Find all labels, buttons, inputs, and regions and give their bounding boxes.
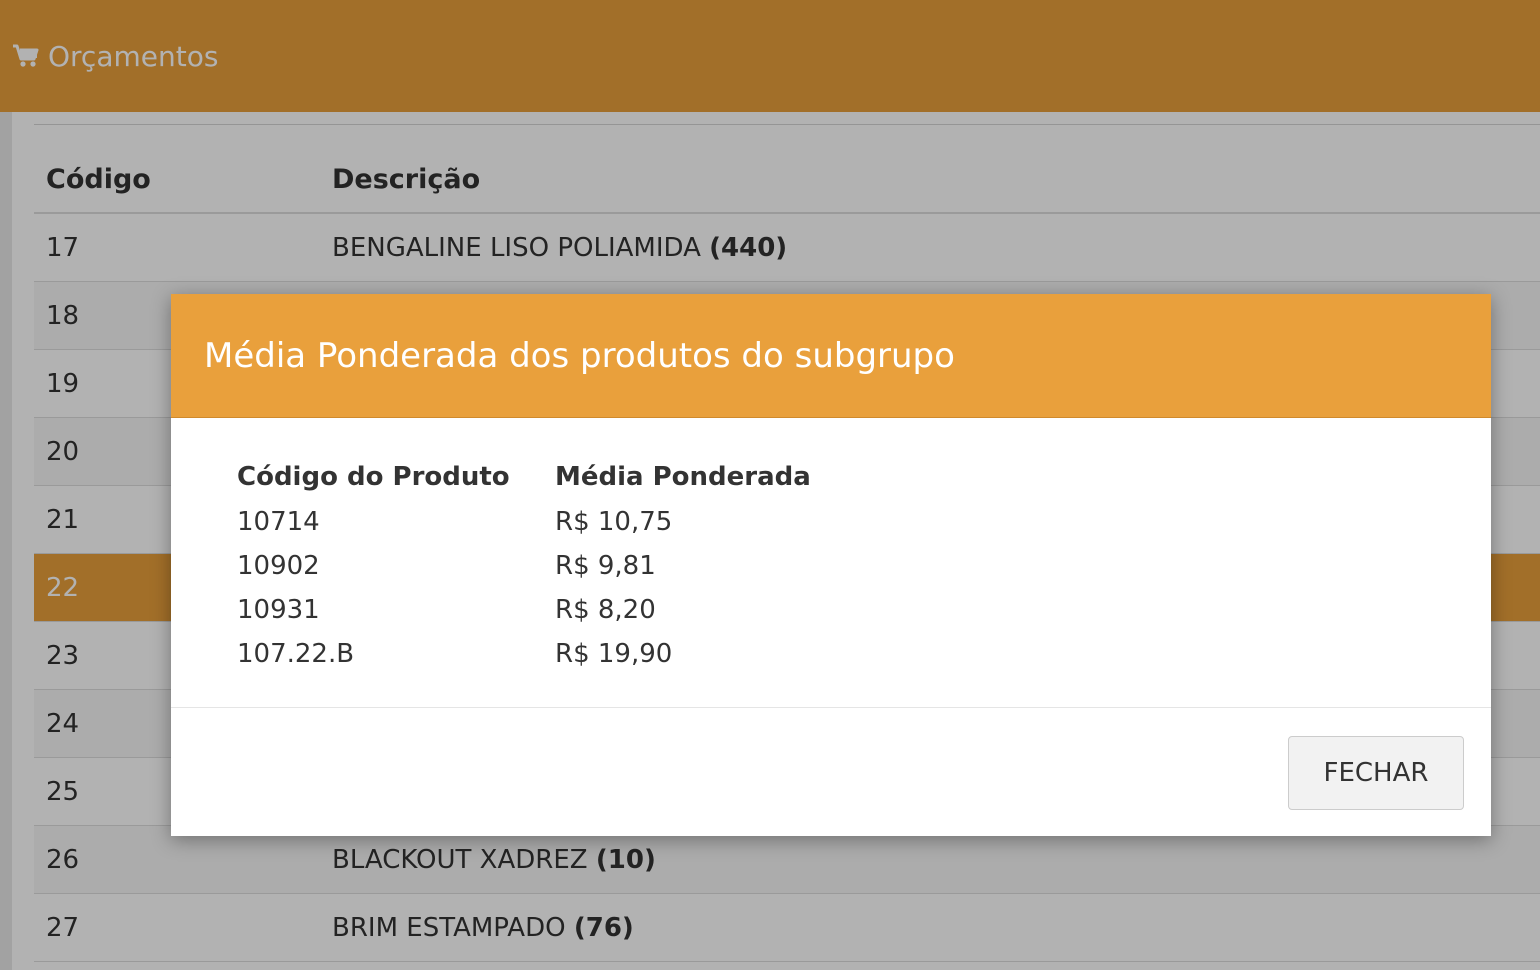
weighted-average-value: R$ 9,81 bbox=[555, 551, 656, 581]
modal-title: Média Ponderada dos produtos do subgrupo bbox=[204, 335, 955, 376]
close-button[interactable]: FECHAR bbox=[1288, 736, 1464, 810]
weighted-average-modal: Média Ponderada dos produtos do subgrupo… bbox=[171, 294, 1491, 836]
modal-header: Média Ponderada dos produtos do subgrupo bbox=[171, 294, 1491, 418]
product-code: 10902 bbox=[237, 551, 320, 581]
inner-table-row: 10902 R$ 9,81 bbox=[237, 544, 811, 588]
weighted-average-value: R$ 19,90 bbox=[555, 639, 673, 669]
weighted-average-value: R$ 10,75 bbox=[555, 507, 673, 537]
weighted-average-value: R$ 8,20 bbox=[555, 595, 656, 625]
column-header-product-code: Código do Produto bbox=[237, 462, 510, 492]
inner-table-row: 10931 R$ 8,20 bbox=[237, 588, 811, 632]
inner-table-row: 107.22.B R$ 19,90 bbox=[237, 632, 811, 676]
column-header-weighted-average: Média Ponderada bbox=[555, 462, 811, 492]
weighted-average-table: Código do Produto Média Ponderada 10714 … bbox=[237, 456, 811, 676]
product-code: 10931 bbox=[237, 595, 320, 625]
product-code: 10714 bbox=[237, 507, 320, 537]
inner-table-row: 10714 R$ 10,75 bbox=[237, 500, 811, 544]
product-code: 107.22.B bbox=[237, 639, 355, 669]
inner-table-header: Código do Produto Média Ponderada bbox=[237, 456, 811, 500]
modal-footer: FECHAR bbox=[171, 708, 1491, 835]
modal-body: Código do Produto Média Ponderada 10714 … bbox=[171, 418, 1491, 708]
